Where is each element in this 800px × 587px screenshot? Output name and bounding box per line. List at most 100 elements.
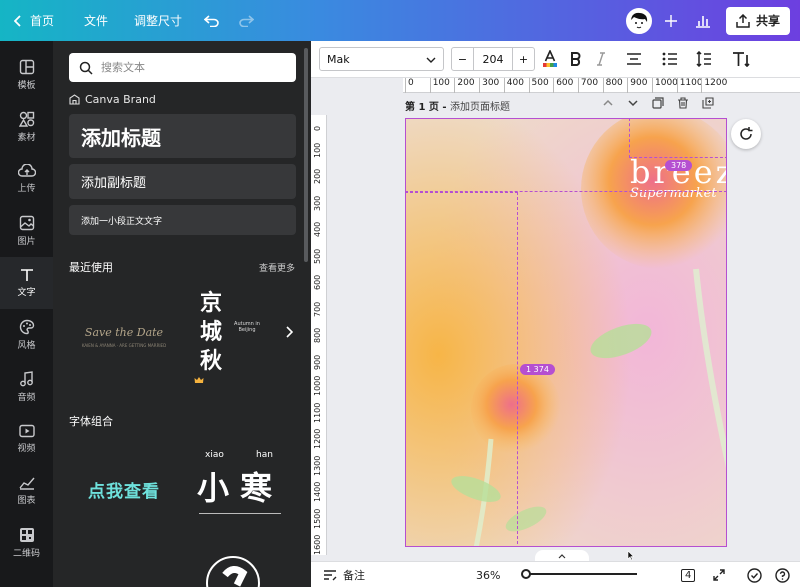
- rail-item-photos[interactable]: 图片: [0, 205, 53, 257]
- chart-icon: [18, 477, 35, 490]
- list-button[interactable]: [661, 50, 679, 68]
- delete-page-icon[interactable]: [677, 97, 689, 109]
- help-icon: [775, 567, 790, 583]
- next-arrow-button[interactable]: [285, 326, 294, 341]
- rail-item-templates[interactable]: 模板: [0, 49, 53, 101]
- spacing-button[interactable]: [695, 50, 713, 68]
- refresh-button[interactable]: [731, 119, 761, 149]
- duplicate-page-icon[interactable]: [652, 97, 664, 109]
- brand-kit-label[interactable]: Canva Brand: [69, 93, 156, 106]
- selection-guide-right-box: [629, 119, 726, 158]
- rail-item-video[interactable]: 视频: [0, 413, 53, 465]
- undo-button[interactable]: [204, 0, 224, 41]
- home-button[interactable]: 首页: [14, 0, 74, 41]
- chevron-down-icon[interactable]: [627, 97, 639, 109]
- page-count-button[interactable]: 4: [681, 562, 696, 587]
- rail-item-styles[interactable]: 风格: [0, 309, 53, 361]
- fullscreen-button[interactable]: [713, 562, 725, 587]
- avatar[interactable]: [625, 7, 652, 34]
- chevron-up-icon[interactable]: [602, 97, 614, 109]
- design-page[interactable]: breeze Supermarket: [405, 118, 727, 547]
- rail-item-charts[interactable]: 图表: [0, 465, 53, 517]
- ruler-tick-label: 1200: [313, 428, 322, 449]
- ruler-tick: [577, 78, 579, 93]
- top-bar: 首页 文件 调整尺寸 共享: [0, 0, 800, 41]
- text-toolbar: Mak − 204 +: [311, 41, 800, 78]
- zoom-slider-handle[interactable]: [521, 569, 531, 579]
- search-input[interactable]: [101, 61, 281, 74]
- add-body-label: 添加一小段正文文字: [81, 216, 163, 227]
- align-center-button[interactable]: [625, 50, 643, 68]
- font-family-value: Mak: [327, 52, 350, 66]
- rail-item-upload[interactable]: 上传: [0, 153, 53, 205]
- page-title-input[interactable]: 添加页面标题: [450, 102, 510, 113]
- video-icon: [18, 424, 35, 438]
- bold-button[interactable]: [567, 50, 583, 68]
- font-size-stepper: − 204 +: [451, 47, 535, 71]
- rail-item-elements[interactable]: 素材: [0, 101, 53, 153]
- rail-label: 二维码: [12, 549, 40, 559]
- bulleted-list-icon: [662, 52, 677, 66]
- help-button[interactable]: [775, 562, 790, 587]
- resize-button[interactable]: 调整尺寸: [134, 0, 204, 41]
- chevron-right-icon: [286, 326, 294, 338]
- plus-icon: [664, 14, 677, 27]
- measure-badge-mid: 1 374: [520, 364, 555, 375]
- ruler-tick: [503, 78, 505, 93]
- share-button[interactable]: 共享: [725, 6, 790, 35]
- ruler-tick: [479, 78, 481, 93]
- add-collaborator-button[interactable]: [662, 14, 680, 27]
- add-page-icon[interactable]: [702, 97, 714, 109]
- check-button[interactable]: [747, 562, 762, 587]
- combo-thumb-click[interactable]: 点我查看: [69, 461, 179, 517]
- premium-crown-icon: [194, 373, 204, 387]
- add-body-text-button[interactable]: 添加一小段正文文字: [69, 205, 296, 235]
- text-color-button[interactable]: [541, 50, 559, 68]
- rail-label: 图表: [17, 496, 36, 506]
- ruler-tick: [602, 78, 604, 93]
- rail-label: 图片: [17, 237, 36, 247]
- home-label: 首页: [30, 14, 55, 28]
- file-menu-button[interactable]: 文件: [84, 0, 124, 41]
- font-family-dropdown[interactable]: Mak: [319, 47, 444, 71]
- check-circle-icon: [747, 567, 762, 583]
- ruler-tick-label: 100: [432, 78, 450, 88]
- thumb1-title: Save the Date: [84, 326, 164, 339]
- elements-icon: [18, 111, 34, 127]
- redo-button[interactable]: [238, 0, 258, 41]
- zoom-level[interactable]: 36%: [476, 562, 500, 587]
- ruler-tick-label: 1000: [655, 78, 678, 88]
- panel-scrollbar[interactable]: [304, 48, 308, 262]
- recent-thumb-beijing-autumn[interactable]: 京 城 秋 Autumn in Beijing: [188, 287, 270, 387]
- notes-button[interactable]: 备注: [323, 562, 365, 587]
- vertical-text-icon: [733, 52, 750, 67]
- notes-label: 备注: [343, 569, 365, 582]
- zoom-slider-track[interactable]: [525, 573, 637, 575]
- combo1-text: 点我查看: [88, 481, 160, 502]
- combo-thumb-xiaohan[interactable]: xiao han 小 寒: [193, 447, 293, 527]
- rail-item-text[interactable]: 文字: [0, 257, 53, 309]
- avatar-face-icon: [627, 9, 650, 32]
- text-direction-button[interactable]: [731, 50, 753, 68]
- see-more-link[interactable]: 查看更多: [259, 261, 295, 274]
- rail-label: 模板: [17, 81, 36, 91]
- recent-thumb-save-the-date[interactable]: Save the Date KAIEN & AYANNA · ARE GETTI…: [69, 287, 179, 387]
- share-upload-icon: [736, 13, 750, 28]
- rail-label: 风格: [17, 341, 36, 351]
- rail-item-qrcode[interactable]: 二维码: [0, 517, 53, 569]
- font-size-input[interactable]: 204: [474, 48, 512, 70]
- font-size-increase-button[interactable]: +: [512, 48, 534, 70]
- ruler-tick-label: 800: [605, 78, 623, 88]
- ruler-tick-label: 1000: [313, 375, 322, 396]
- ruler-tick-label: 1200: [704, 78, 728, 88]
- insights-button[interactable]: [690, 14, 716, 28]
- add-heading-button[interactable]: 添加标题: [69, 114, 296, 158]
- add-subheading-button[interactable]: 添加副标题: [69, 164, 296, 199]
- font-size-decrease-button[interactable]: −: [452, 48, 474, 70]
- italic-button[interactable]: [593, 50, 609, 68]
- combo-thumb-partial[interactable]: [203, 551, 263, 587]
- ruler-tick-label: 300: [313, 195, 322, 211]
- text-panel: Canva Brand 添加标题 添加副标题 添加一小段正文文字 最近使用 查看…: [53, 41, 311, 587]
- ruler-tick: [429, 78, 431, 93]
- rail-item-audio[interactable]: 音频: [0, 361, 53, 413]
